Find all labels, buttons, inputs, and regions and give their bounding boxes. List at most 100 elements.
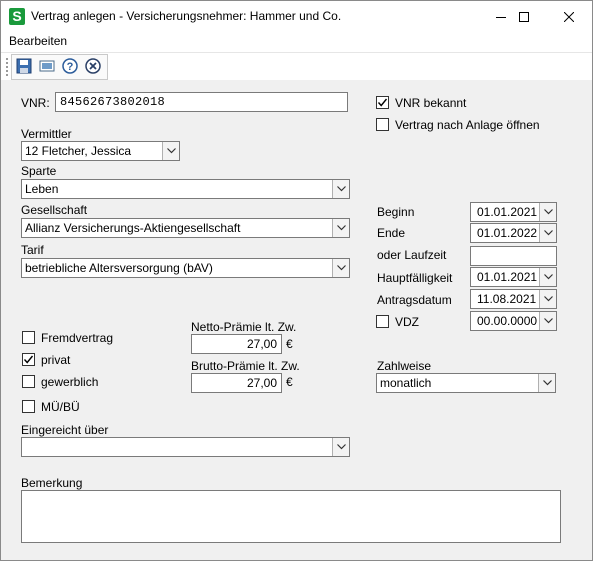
cancel-button[interactable] [84,57,102,75]
ende-label: Ende [377,226,406,240]
vermittler-select[interactable]: 12 Fletcher, Jessica [21,141,180,161]
netto-currency: € [286,337,293,351]
chevron-down-icon [336,186,346,192]
chevron-down-icon [543,230,553,236]
close-window-button[interactable] [546,1,592,32]
help-icon: ? [62,58,78,74]
ende-value: 01.01.2022 [477,226,538,240]
vnr-label: VNR: [21,96,50,110]
netto-praemie-input[interactable]: 27,00 [191,334,282,354]
form-area: VNR: 84562673802018 VNR bekannt Vertrag … [1,80,592,560]
menu-bar: Bearbeiten [1,32,592,52]
menu-item-bearbeiten[interactable]: Bearbeiten [9,34,67,48]
antragsdatum-value: 11.08.2021 [477,292,537,306]
mubu-checkbox[interactable] [22,400,35,413]
privat-label: privat [41,353,71,367]
vertrag-nach-anlage-checkbox[interactable] [376,118,389,131]
maximize-button[interactable] [501,1,547,32]
gesellschaft-select[interactable]: Allianz Versicherungs-Aktiengesellschaft [21,218,350,238]
sparte-dropdown-button[interactable] [332,180,349,198]
bemerkung-label: Bemerkung [21,476,83,490]
vnr-bekannt-checkbox[interactable] [376,96,389,109]
beginn-label: Beginn [377,205,415,219]
eingereicht-label: Eingereicht über [21,423,109,437]
chevron-down-icon [336,225,346,231]
beginn-dropdown-button[interactable] [539,203,556,221]
hauptfaelligkeit-dropdown-button[interactable] [539,268,556,286]
help-button[interactable]: ? [61,57,79,75]
zahlweise-value: monatlich [380,376,432,390]
screen-button[interactable] [38,57,56,75]
chevron-down-icon [543,318,553,324]
zahlweise-dropdown-button[interactable] [538,374,555,392]
toolbar-grip[interactable] [6,58,8,76]
bemerkung-textarea[interactable] [21,490,561,543]
mubu-label: MÜ/BÜ [41,400,80,414]
tarif-label: Tarif [21,243,44,257]
brutto-praemie-label: Brutto-Prämie lt. Zw. [191,359,300,373]
privat-checkbox[interactable] [22,353,35,366]
antragsdatum-label: Antragsdatum [377,293,452,307]
netto-praemie-label: Netto-Prämie lt. Zw. [191,320,297,334]
chevron-down-icon [542,380,552,386]
chevron-down-icon [543,296,553,302]
tarif-dropdown-button[interactable] [332,259,349,277]
hauptfaelligkeit-label: Hauptfälligkeit [377,271,453,285]
checkmark-icon [377,98,388,107]
sparte-value: Leben [25,182,59,196]
chevron-down-icon [543,209,553,215]
vdz-checkbox[interactable] [376,315,389,328]
beginn-date-picker[interactable]: 01.01.2021 [470,202,557,222]
gewerblich-checkbox[interactable] [22,375,35,388]
antragsdatum-date-picker[interactable]: 11.08.2021 [470,289,557,309]
gewerblich-label: gewerblich [41,375,99,389]
vdz-value: 00.00.0000 [477,314,538,328]
close-icon [564,11,574,22]
app-logo-icon: S [9,8,25,25]
hauptfaelligkeit-date-picker[interactable]: 01.01.2021 [470,267,557,287]
brutto-praemie-input[interactable]: 27,00 [191,373,282,393]
hauptfaelligkeit-value: 01.01.2021 [477,270,538,284]
chevron-down-icon [336,265,346,271]
eingereicht-select[interactable] [21,437,350,457]
vermittler-value: 12 Fletcher, Jessica [25,144,132,158]
window-title: Vertrag anlegen - Versicherungsnehmer: H… [31,9,342,23]
chevron-down-icon [336,444,346,450]
vnr-bekannt-label: VNR bekannt [395,96,467,110]
zahlweise-select[interactable]: monatlich [376,373,556,393]
save-icon [16,58,32,74]
vertrag-nach-anlage-label: Vertrag nach Anlage öffnen [395,118,540,132]
tarif-select[interactable]: betriebliche Altersversorgung (bAV) [21,258,350,278]
tarif-value: betriebliche Altersversorgung (bAV) [25,261,213,275]
ende-dropdown-button[interactable] [539,224,556,242]
toolbar: ? [1,52,592,80]
cancel-icon [85,58,101,74]
svg-text:?: ? [67,61,74,73]
vdz-date-picker[interactable]: 00.00.0000 [470,311,557,331]
chevron-down-icon [166,148,176,154]
gesellschaft-dropdown-button[interactable] [332,219,349,237]
laufzeit-input[interactable] [470,246,557,266]
beginn-value: 01.01.2021 [477,205,538,219]
maximize-icon [519,11,529,22]
eingereicht-dropdown-button[interactable] [332,438,349,456]
gesellschaft-value: Allianz Versicherungs-Aktiengesellschaft [25,221,241,235]
zahlweise-label: Zahlweise [377,359,432,373]
vermittler-dropdown-button[interactable] [162,142,179,160]
sparte-label: Sparte [21,164,57,178]
brutto-currency: € [286,375,293,389]
vdz-dropdown-button[interactable] [539,312,556,330]
fremdvertrag-label: Fremdvertrag [41,331,114,345]
vnr-input[interactable]: 84562673802018 [55,92,348,112]
checkmark-icon [23,355,34,364]
sparte-select[interactable]: Leben [21,179,350,199]
save-button[interactable] [15,57,33,75]
title-bar: S Vertrag anlegen - Versicherungsnehmer:… [1,1,592,32]
ende-date-picker[interactable]: 01.01.2022 [470,223,557,243]
vdz-label: VDZ [395,315,419,329]
dialog-window: S Vertrag anlegen - Versicherungsnehmer:… [0,0,593,561]
antragsdatum-dropdown-button[interactable] [539,290,556,308]
screen-icon [39,60,55,72]
chevron-down-icon [543,274,553,280]
fremdvertrag-checkbox[interactable] [22,331,35,344]
